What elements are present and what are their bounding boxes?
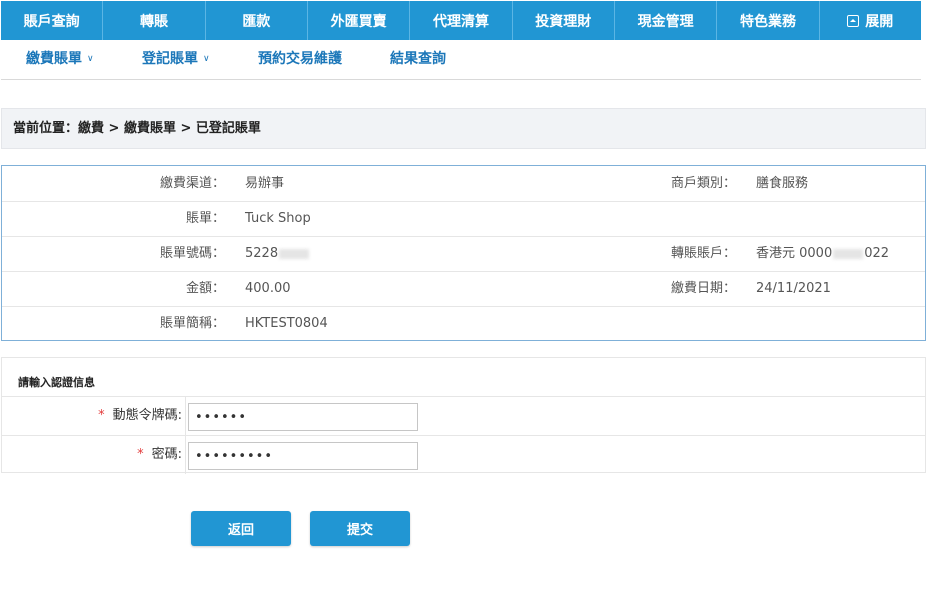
token-label: 動態令牌碼: — [112, 408, 182, 423]
breadcrumb-text: 當前位置：繳費 > 繳費賬單 > 已登記賬單 — [13, 121, 261, 136]
subnav-payment-bills[interactable]: 繳費賬單 ∨ — [26, 40, 94, 79]
nav-special-services[interactable]: 特色業務 — [717, 1, 820, 40]
bill-value: Tuck Shop — [245, 211, 311, 226]
nav-expand[interactable]: 展開 — [820, 1, 921, 40]
bill-label: 賬單： — [185, 211, 225, 226]
merchant-type-label: 商戶類別： — [670, 176, 736, 191]
password-row: * 密碼: — [2, 435, 925, 474]
nav-agency-clearing[interactable]: 代理清算 — [410, 1, 513, 40]
transfer-account-value: 香港元 0000 022 — [756, 236, 889, 271]
transfer-account-suffix: 022 — [864, 246, 890, 261]
auth-section: 請輸入認證信息 * 動態令牌碼: * 密碼: — [1, 357, 926, 474]
bill-number-label: 賬單號碼： — [159, 246, 225, 261]
subnav-register-bills[interactable]: 登記賬單 ∨ — [142, 40, 210, 79]
bill-number-prefix: 5228 — [245, 246, 279, 261]
info-row: 金額： 400.00 繳費日期： 24/11/2021 — [2, 271, 925, 307]
back-button[interactable]: 返回 — [191, 511, 291, 546]
bill-info-table: 繳費渠道： 易辦事 商戶類別： 膳食服務 賬單： Tuck Shop 賬單號碼：… — [1, 165, 926, 341]
masked-digits — [833, 248, 864, 259]
auth-title: 請輸入認證信息 — [18, 376, 95, 389]
expand-icon — [847, 14, 860, 27]
bill-abbr-value: HKTEST0804 — [245, 316, 328, 331]
info-row: 賬單簡稱： HKTEST0804 — [2, 306, 925, 341]
transfer-account-prefix: 香港元 0000 — [756, 246, 833, 261]
channel-value: 易辦事 — [245, 176, 285, 191]
token-label-wrap: * 動態令牌碼: — [98, 397, 182, 435]
info-row: 賬單： Tuck Shop — [2, 201, 925, 237]
nav-investment[interactable]: 投資理財 — [513, 1, 615, 40]
info-row: 賬單號碼： 5228 轉賬賬戶： 香港元 0000 022 — [2, 236, 925, 272]
breadcrumb: 當前位置：繳費 > 繳費賬單 > 已登記賬單 — [1, 108, 926, 149]
nav-cash-management[interactable]: 現金管理 — [615, 1, 718, 40]
info-row: 繳費渠道： 易辦事 商戶類別： 膳食服務 — [2, 166, 925, 202]
subnav-result-inquiry[interactable]: 結果查詢 — [390, 40, 446, 79]
required-mark: * — [98, 408, 105, 423]
nav-account-inquiry[interactable]: 賬戶查詢 — [1, 1, 104, 40]
password-input[interactable] — [188, 442, 418, 470]
bill-abbr-label: 賬單簡稱： — [159, 316, 225, 331]
password-label-wrap: * 密碼: — [137, 436, 182, 474]
divider — [185, 397, 186, 435]
chevron-down-icon: ∨ — [203, 54, 210, 64]
nav-expand-label: 展開 — [865, 13, 894, 30]
chevron-down-icon: ∨ — [87, 54, 94, 64]
bill-number-value: 5228 — [245, 236, 310, 271]
subnav-payment-bills-label: 繳費賬單 — [26, 51, 82, 67]
token-row: * 動態令牌碼: — [2, 396, 925, 435]
nav-remittance[interactable]: 匯款 — [206, 1, 308, 40]
transfer-account-label: 轉賬賬戶： — [670, 246, 736, 261]
password-label: 密碼: — [151, 447, 182, 462]
channel-label: 繳費渠道： — [159, 176, 225, 191]
merchant-type-value: 膳食服務 — [756, 176, 809, 191]
amount-value: 400.00 — [245, 281, 291, 296]
nav-transfer[interactable]: 轉賬 — [103, 1, 206, 40]
pay-date-value: 24/11/2021 — [756, 281, 831, 296]
nav-fx-trading[interactable]: 外匯買賣 — [308, 1, 411, 40]
subnav-register-bills-label: 登記賬單 — [142, 51, 198, 67]
pay-date-label: 繳費日期： — [670, 281, 736, 296]
divider — [185, 436, 186, 474]
token-input[interactable] — [188, 403, 418, 431]
amount-label: 金額： — [185, 281, 225, 296]
top-nav: 賬戶查詢 轉賬 匯款 外匯買賣 代理清算 投資理財 現金管理 特色業務 展開 — [1, 1, 921, 40]
subnav-scheduled-transactions[interactable]: 預約交易維護 — [258, 40, 342, 79]
masked-digits — [279, 248, 310, 259]
required-mark: * — [137, 447, 144, 462]
submit-button[interactable]: 提交 — [310, 511, 410, 546]
sub-nav: 繳費賬單 ∨ 登記賬單 ∨ 預約交易維護 結果查詢 — [1, 40, 921, 80]
